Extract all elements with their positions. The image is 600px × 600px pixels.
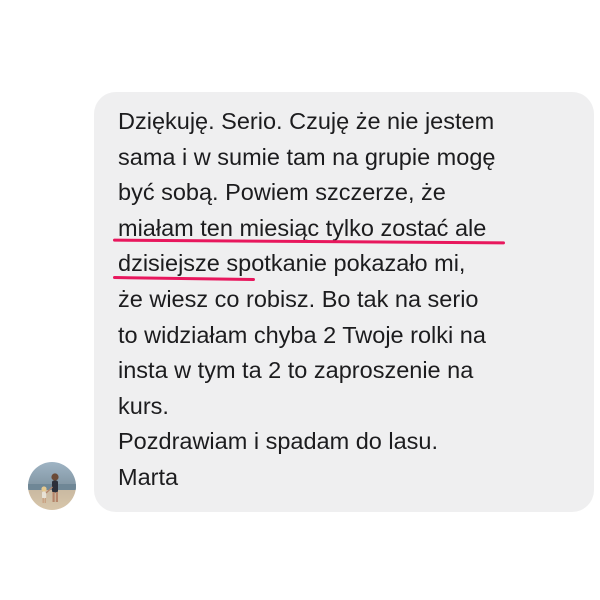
message-line: Dziękuję. Serio. Czuję że nie jestem xyxy=(118,108,495,134)
message-line: być sobą. Powiem szczerze, że xyxy=(118,179,446,206)
message-text: Dziękuję. Serio. Czuję że nie jestem sam… xyxy=(118,104,588,496)
sender-avatar[interactable] xyxy=(28,462,76,510)
avatar-photo-icon xyxy=(28,462,76,510)
message-line: że wiesz co robisz. Bo tak na serio xyxy=(118,285,479,312)
message-line: kurs. xyxy=(118,392,169,419)
chat-view: Dziękuję. Serio. Czuję że nie jestem sam… xyxy=(0,0,600,600)
message-line: sama i w sumie tam na grupie mogę xyxy=(118,143,496,170)
message-line: Pozdrawiam i spadam do lasu. xyxy=(118,428,439,455)
message-line: insta w tym ta 2 to zaproszenie na xyxy=(118,357,474,384)
message-line: to widziałam chyba 2 Twoje rolki na xyxy=(118,321,486,348)
message-signature: Marta xyxy=(118,463,179,490)
